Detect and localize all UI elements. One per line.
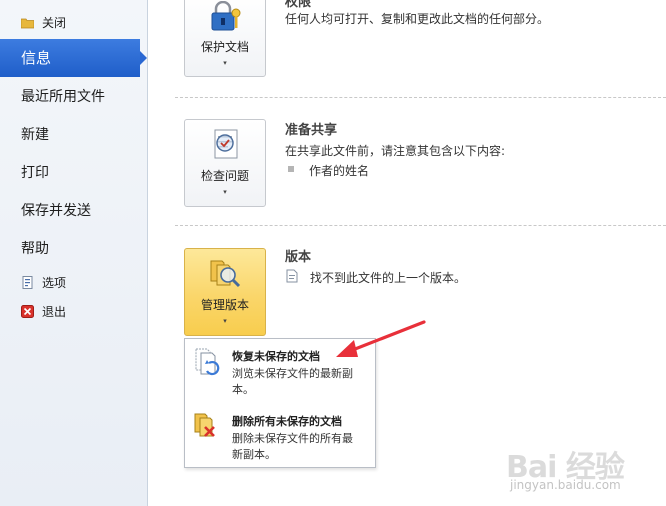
sidebar-item-new[interactable]: 新建 [0, 124, 147, 144]
delete-documents-icon [193, 410, 223, 446]
inspect-document-icon [207, 126, 243, 165]
recover-unsaved-desc: 浏览未保存文件的最新副本。 [232, 367, 353, 396]
sidebar-exit-label: 退出 [42, 304, 67, 319]
sidebar-exit[interactable]: 退出 [0, 302, 147, 320]
protect-document-button[interactable]: 保护文档 ▾ [184, 0, 266, 77]
section-divider [175, 225, 666, 226]
versions-title: 版本 [285, 250, 312, 265]
manage-versions-button[interactable]: 管理版本 ▾ [184, 248, 266, 336]
sidebar-close-label: 关闭 [42, 15, 67, 30]
annotation-arrow-icon [336, 320, 426, 357]
permissions-description: 任何人均可打开、复制和更改此文档的任何部分。 [285, 12, 550, 26]
prepare-sharing-title: 准备共享 [285, 123, 338, 138]
manage-versions-label: 管理版本 [200, 298, 249, 312]
sidebar-item-label: 打印 [21, 165, 49, 181]
document-version-icon [285, 268, 299, 287]
sidebar-item-save-send[interactable]: 保存并发送 [0, 200, 147, 220]
sidebar-item-print[interactable]: 打印 [0, 162, 147, 182]
sidebar-item-info[interactable]: 信息 [0, 39, 147, 77]
chevron-down-icon: ▾ [223, 188, 227, 196]
watermark-url: jingyan.baidu.com [510, 478, 621, 492]
sidebar-item-info-label: 信息 [21, 49, 52, 67]
sidebar-item-label: 新建 [21, 127, 49, 143]
sidebar-item-label: 帮助 [21, 241, 49, 257]
manage-versions-icon [207, 255, 243, 294]
sidebar-close[interactable]: 关闭 [0, 12, 147, 32]
sidebar-item-label: 最近所用文件 [21, 89, 105, 105]
delete-unsaved-title: 删除所有未保存的文档 [232, 415, 342, 428]
menu-item-delete-unsaved[interactable]: 删除所有未保存的文档 删除未保存文件的所有最新副本。 [185, 405, 375, 467]
recover-document-icon [193, 347, 223, 383]
permissions-title: 权限 [285, 0, 312, 10]
chevron-down-icon: ▾ [223, 59, 227, 67]
sidebar-options[interactable]: 选项 [0, 273, 147, 291]
protect-document-label: 保护文档 [200, 40, 249, 54]
sidebar-item-help[interactable]: 帮助 [0, 238, 147, 258]
bullet-icon [288, 166, 294, 172]
backstage-sidebar: 关闭 信息 最近所用文件 新建 打印 保存并发送 帮助 选项 退出 [0, 0, 148, 506]
sidebar-item-label: 保存并发送 [21, 203, 91, 219]
check-issues-label: 检查问题 [200, 169, 249, 183]
author-name-item: 作者的姓名 [309, 164, 370, 178]
no-previous-version-text: 找不到此文件的上一个版本。 [310, 271, 467, 285]
options-icon [21, 275, 34, 289]
folder-icon [20, 16, 35, 29]
sidebar-options-label: 选项 [42, 275, 67, 290]
section-divider [175, 97, 666, 98]
recover-unsaved-title: 恢复未保存的文档 [232, 350, 320, 363]
prepare-sharing-description: 在共享此文件前，请注意其包含以下内容: [285, 144, 506, 158]
check-issues-button[interactable]: 检查问题 ▾ [184, 119, 266, 207]
lock-key-icon [208, 0, 244, 34]
chevron-down-icon: ▾ [223, 317, 227, 325]
delete-unsaved-desc: 删除未保存文件的所有最新副本。 [232, 432, 353, 461]
exit-icon [21, 304, 34, 318]
selected-pointer [140, 51, 147, 65]
sidebar-item-recent[interactable]: 最近所用文件 [0, 86, 147, 106]
